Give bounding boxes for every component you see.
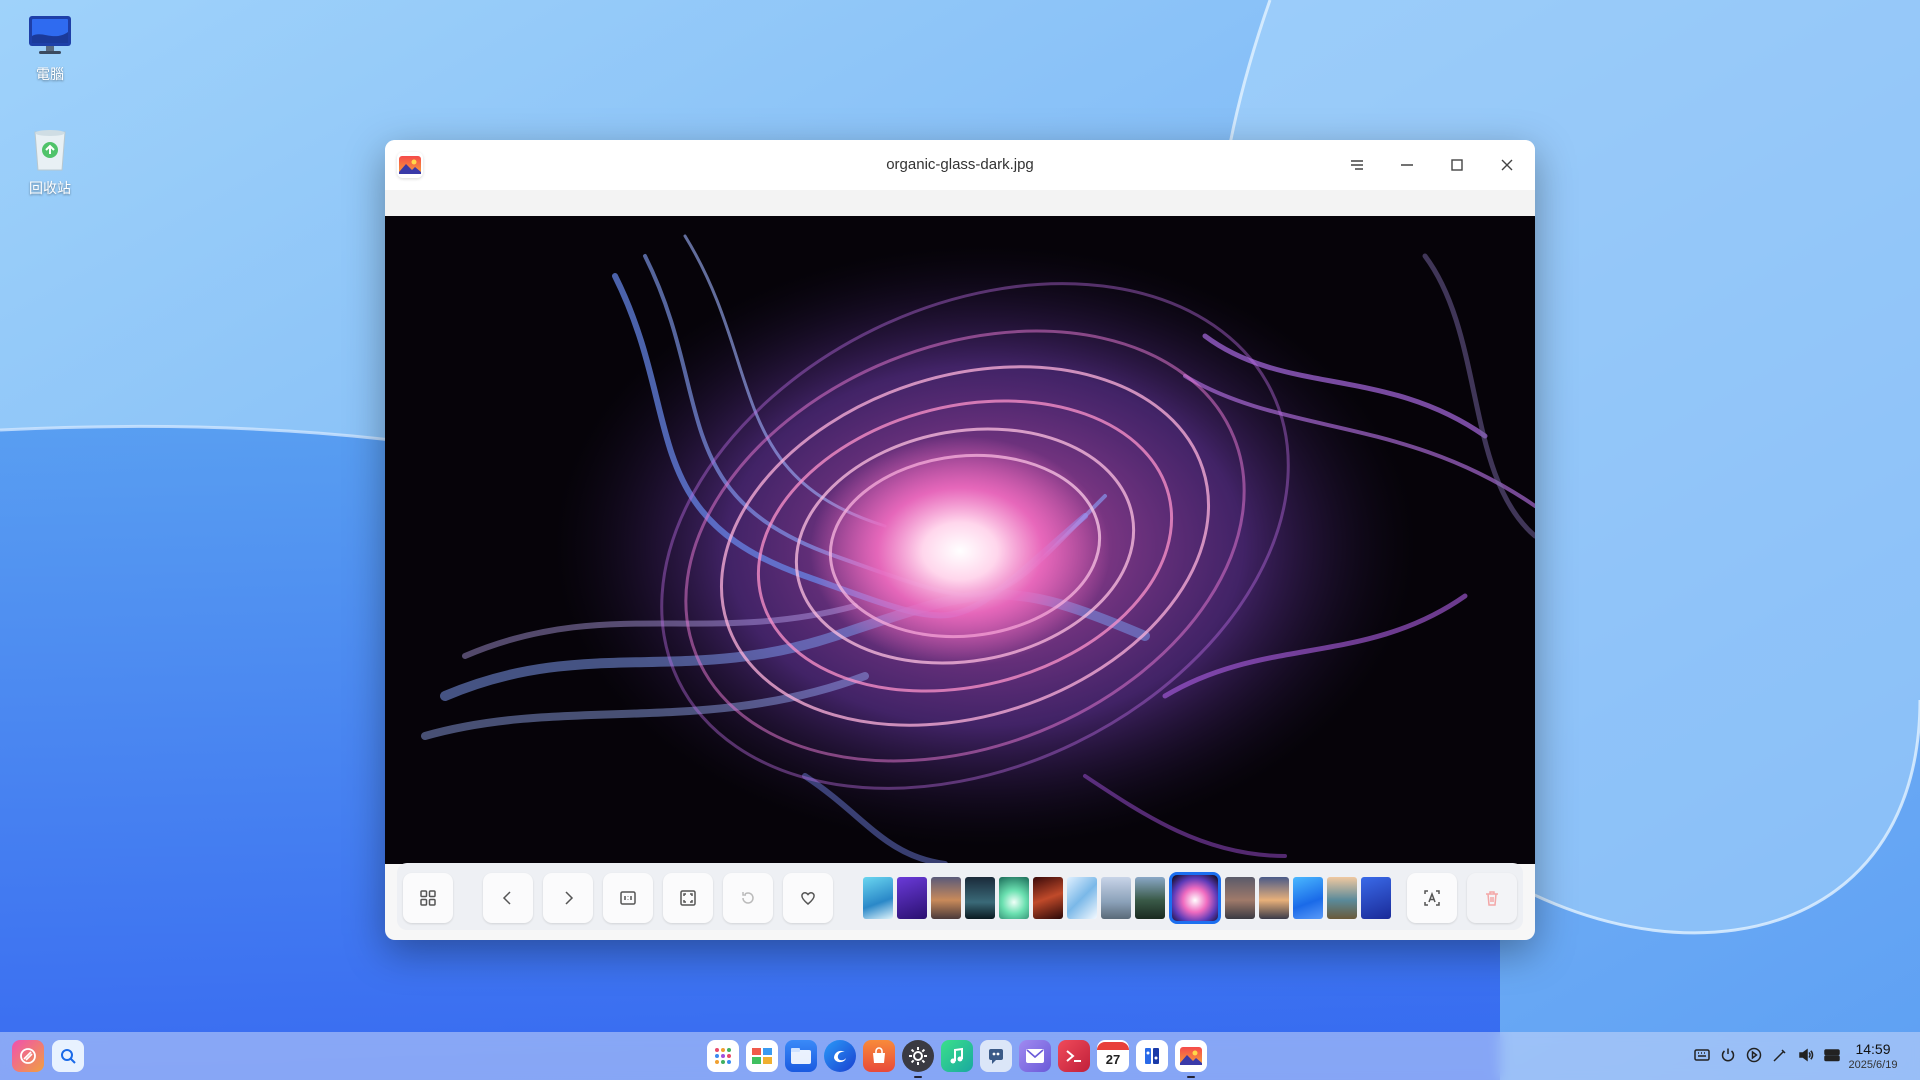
taskbar-app[interactable] <box>746 1040 778 1072</box>
taskbar-app[interactable] <box>707 1040 739 1072</box>
media-tray[interactable] <box>1745 1046 1763 1064</box>
previous-button[interactable] <box>483 873 533 923</box>
running-indicator <box>914 1076 922 1078</box>
app-store-icon <box>873 1047 885 1063</box>
thumbnail[interactable] <box>1067 877 1097 919</box>
thumbnail-active[interactable] <box>1169 872 1221 924</box>
calendar-day: 27 <box>1105 1052 1121 1067</box>
taskbar-app[interactable] <box>980 1040 1012 1072</box>
app-grid-icon <box>715 1048 731 1064</box>
ocr-button[interactable] <box>1407 873 1457 923</box>
previous-icon <box>502 891 511 905</box>
image-viewer-window: organic-glass-dark.jpg <box>385 140 1535 940</box>
thumbnail[interactable] <box>1259 877 1289 919</box>
menu-button[interactable] <box>1340 150 1374 180</box>
next-button[interactable] <box>543 873 593 923</box>
thumbnail[interactable] <box>863 877 893 919</box>
power-icon <box>1721 1048 1735 1062</box>
taskbar-app[interactable] <box>1058 1040 1090 1072</box>
search-button[interactable] <box>52 1040 84 1072</box>
maximize-button[interactable] <box>1440 150 1474 180</box>
terminal-icon <box>1066 1050 1081 1062</box>
thumbnail[interactable] <box>999 877 1029 919</box>
fit-window-button[interactable] <box>663 873 713 923</box>
taskbar-app[interactable]: 27 <box>1097 1040 1129 1072</box>
pen-icon <box>1773 1049 1786 1062</box>
next-icon <box>565 891 574 905</box>
thumbnail[interactable] <box>1293 877 1323 919</box>
rotate-icon <box>742 892 754 904</box>
favorite-button[interactable] <box>783 873 833 923</box>
pen-tray[interactable] <box>1771 1046 1789 1064</box>
mail-icon <box>1026 1049 1044 1063</box>
browser-icon <box>834 1050 846 1063</box>
favorite-icon <box>801 892 815 905</box>
thumbnail-view-button[interactable] <box>403 873 453 923</box>
thumbnail[interactable] <box>1225 877 1255 919</box>
minimize-icon <box>1401 164 1413 166</box>
title-bar-shadow <box>385 190 1535 216</box>
contacts-icon <box>1145 1048 1159 1064</box>
displayed-image <box>385 216 1535 864</box>
launcher-icon <box>20 1048 36 1064</box>
menu-icon <box>1351 160 1363 170</box>
desktop-icon-label: 電腦 <box>36 67 64 83</box>
trash-icon <box>26 126 74 174</box>
running-indicator <box>1187 1076 1195 1078</box>
taskbar-app[interactable] <box>941 1040 973 1072</box>
desktop-icon-trash[interactable]: 回收站 <box>14 126 86 198</box>
thumbnail[interactable] <box>931 877 961 919</box>
original-size-button[interactable] <box>603 873 653 923</box>
delete-button[interactable] <box>1467 873 1517 923</box>
taskbar-app[interactable] <box>863 1040 895 1072</box>
close-button[interactable] <box>1490 150 1524 180</box>
music-icon <box>950 1047 963 1064</box>
fit-window-icon <box>680 890 696 906</box>
computer-icon <box>26 12 74 60</box>
desktop-icon-computer[interactable]: 電腦 <box>14 12 86 84</box>
taskbar-app[interactable] <box>1136 1040 1168 1072</box>
grid-view-icon <box>420 890 436 906</box>
image-canvas[interactable] <box>385 216 1535 864</box>
ocr-icon <box>1424 890 1440 906</box>
thumbnail[interactable] <box>897 877 927 919</box>
desktop-icon-label: 回收站 <box>29 181 71 197</box>
viewer-toolbar <box>397 863 1523 930</box>
taskbar-app[interactable] <box>1019 1040 1051 1072</box>
power-tray[interactable] <box>1719 1046 1737 1064</box>
keyboard-icon <box>1694 1049 1710 1061</box>
delete-icon <box>1486 891 1498 906</box>
taskbar-app[interactable] <box>785 1040 817 1072</box>
file-manager-icon <box>791 1048 811 1064</box>
clock-date[interactable]: 2025/6/19 <box>1838 1059 1908 1071</box>
calendar-icon <box>1097 1042 1129 1050</box>
thumbnail[interactable] <box>1033 877 1063 919</box>
thumbnail[interactable] <box>1327 877 1357 919</box>
volume-icon <box>1799 1048 1814 1062</box>
clock-time[interactable]: 14:59 <box>1838 1041 1908 1057</box>
taskbar-app-active[interactable] <box>1175 1040 1207 1072</box>
chat-icon <box>989 1049 1003 1064</box>
taskbar: 27 14:59 2025/6/19 <box>0 1032 1920 1080</box>
taskbar-app[interactable] <box>824 1040 856 1072</box>
thumbnail[interactable] <box>1101 877 1131 919</box>
close-icon <box>1501 159 1513 171</box>
volume-tray[interactable] <box>1797 1046 1815 1064</box>
rotate-button[interactable] <box>723 873 773 923</box>
keyboard-tray[interactable] <box>1693 1046 1711 1064</box>
search-icon <box>61 1049 76 1064</box>
thumbnail[interactable] <box>1135 877 1165 919</box>
image-viewer-icon <box>1180 1047 1202 1065</box>
settings-icon <box>909 1047 927 1065</box>
thumbnail[interactable] <box>965 877 995 919</box>
thumbnail[interactable] <box>1361 877 1391 919</box>
minimize-button[interactable] <box>1390 150 1424 180</box>
launcher-button[interactable] <box>12 1040 44 1072</box>
original-size-icon <box>620 891 636 905</box>
maximize-icon <box>1451 159 1463 171</box>
title-bar[interactable]: organic-glass-dark.jpg <box>385 140 1535 190</box>
taskbar-app[interactable] <box>902 1040 934 1072</box>
media-icon <box>1746 1047 1762 1063</box>
multitask-icon <box>752 1048 772 1064</box>
